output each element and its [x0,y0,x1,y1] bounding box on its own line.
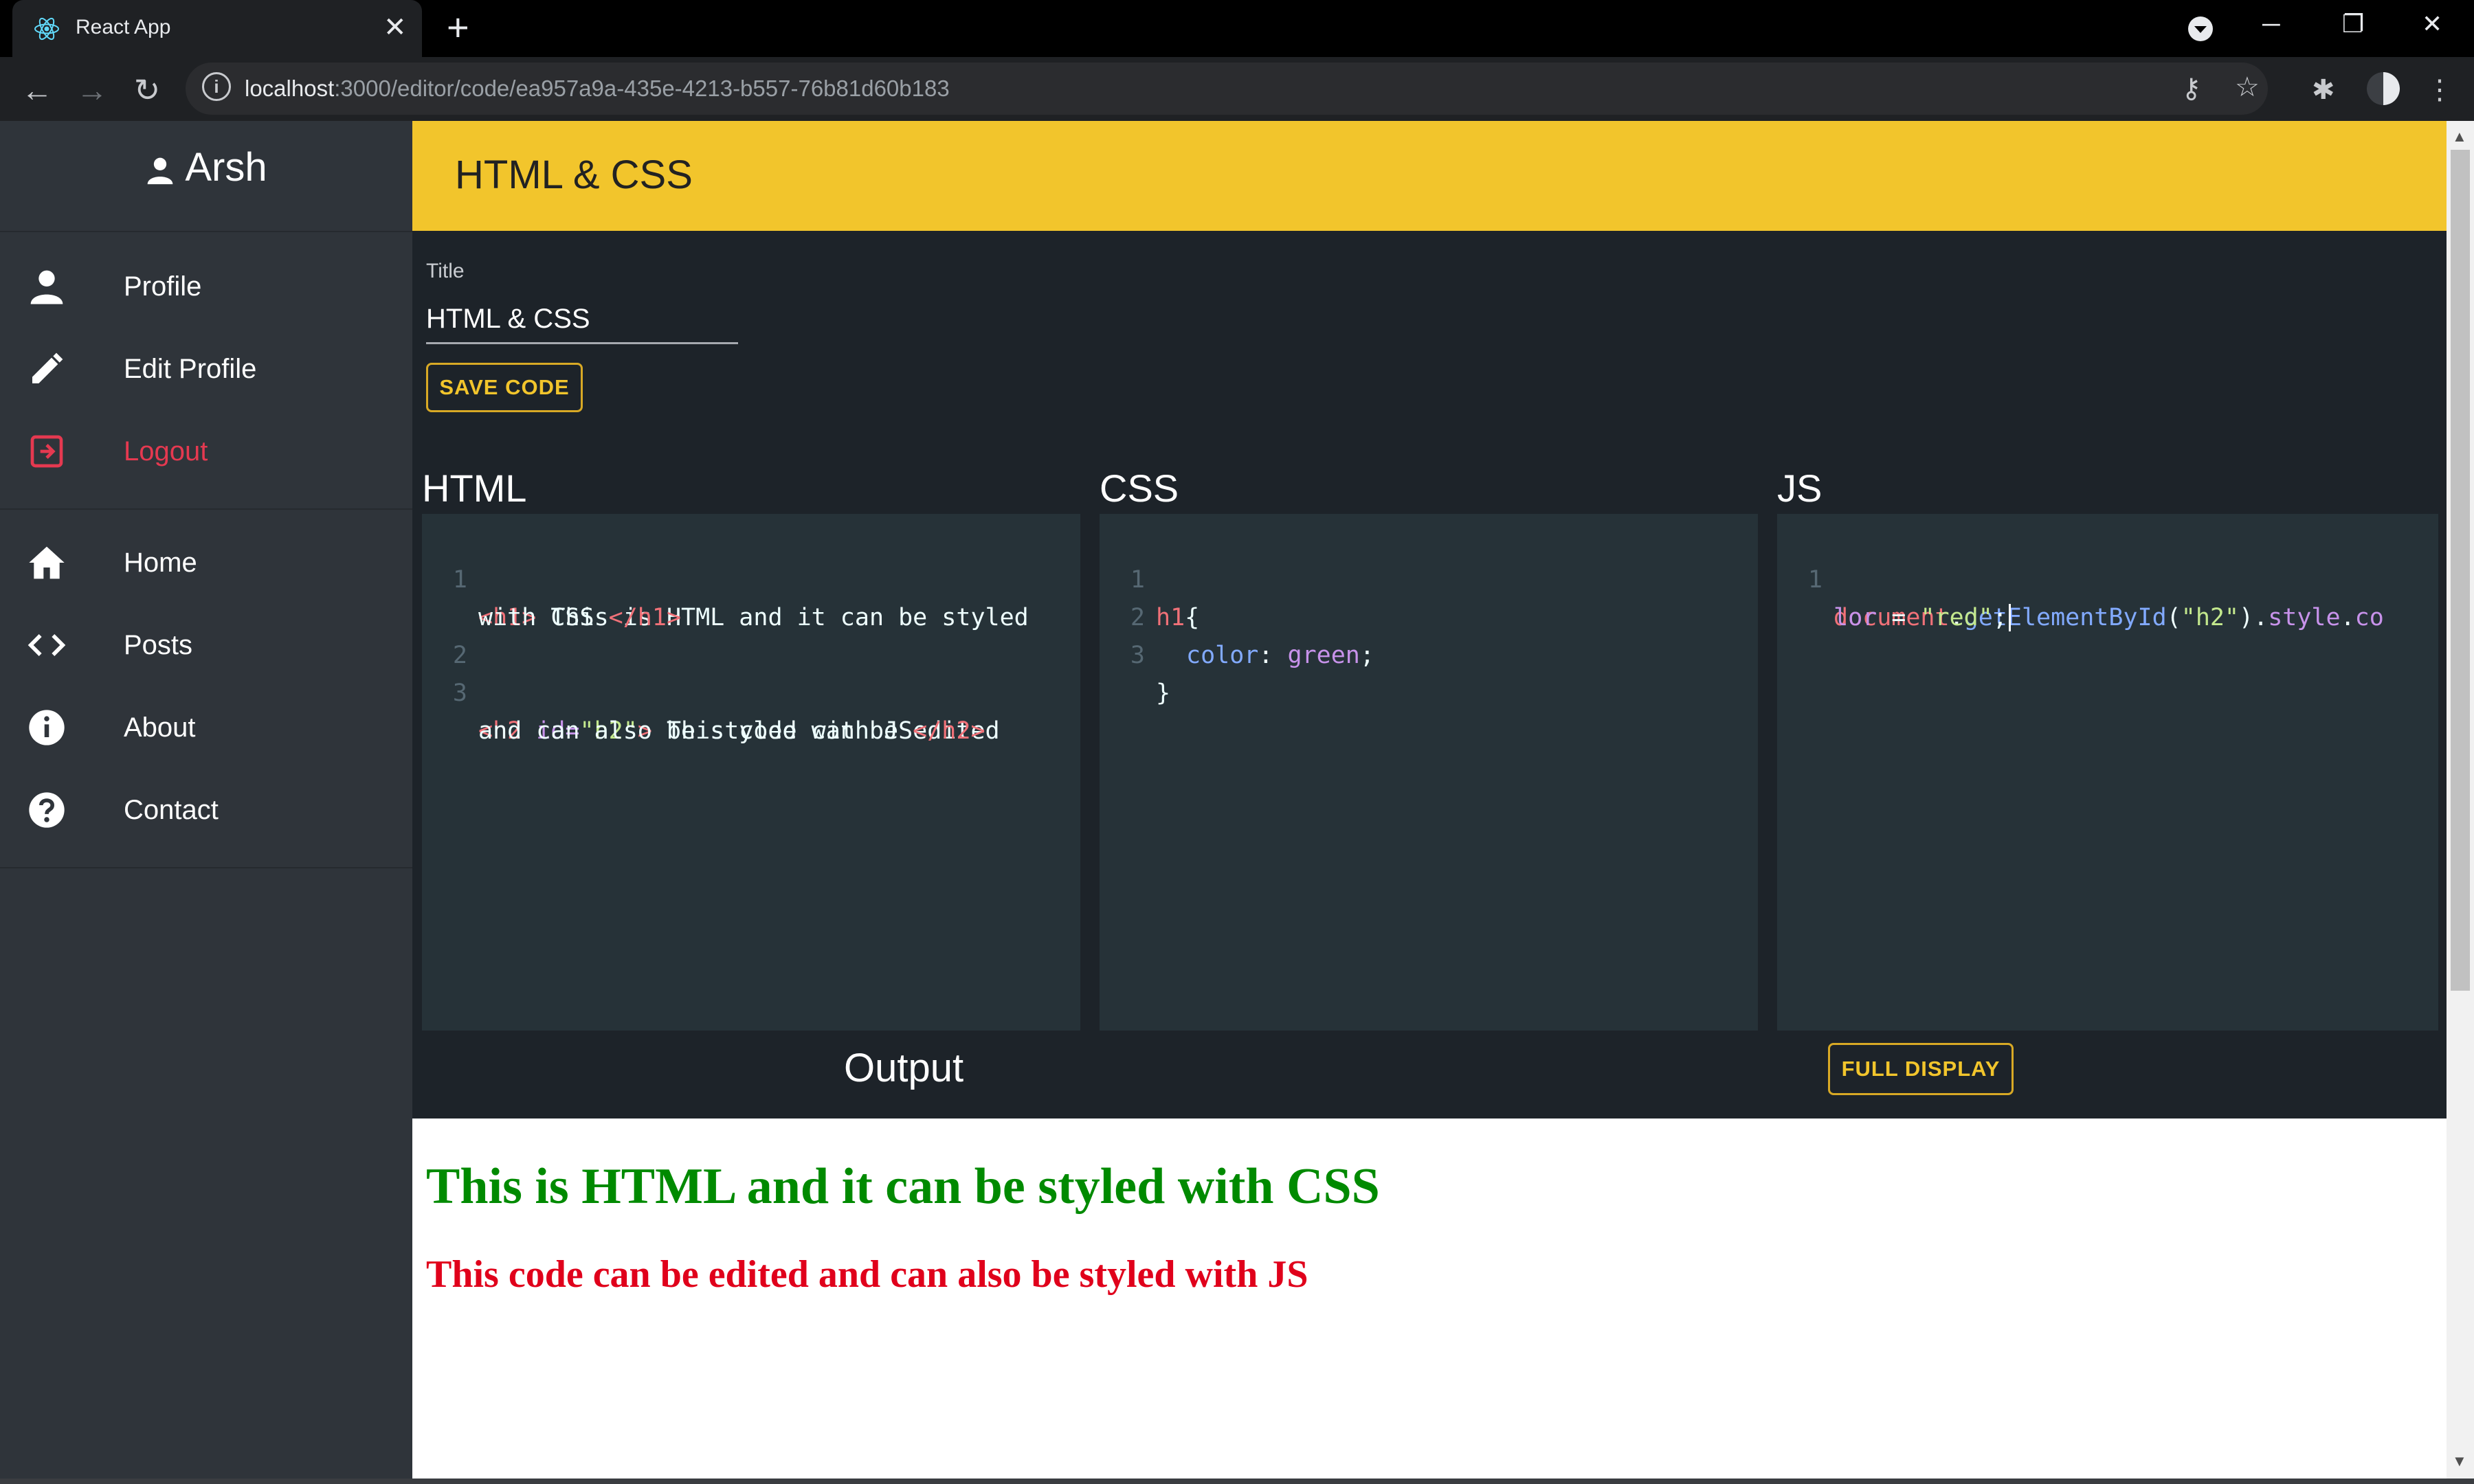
new-tab-icon[interactable]: + [447,8,469,47]
code-token: </h2> [913,717,985,745]
code-token: lor [1834,604,1877,631]
code-token: and can also be styled with JS [478,717,913,745]
sidebar-item-label: Profile [124,271,202,302]
output-heading-1: This is HTML and it can be styled with C… [426,1158,1380,1215]
sidebar-item-label: Home [124,548,197,578]
window-close-icon[interactable]: ✕ [2422,7,2442,41]
sidebar-divider [0,867,412,868]
url-text: localhost:3000/editor/code/ea957a9a-435e… [245,76,950,101]
sidebar-divider [0,508,412,510]
sidebar-item-label: Logout [124,436,208,466]
code-line: 1 <h1> This is HTML and it can be styled [422,524,1080,631]
extensions-icon[interactable]: ✱ [2312,75,2335,105]
back-icon[interactable]: ← [19,72,55,108]
code-token: co [2354,604,2384,631]
title-input[interactable] [426,295,738,344]
output-heading-2: This code can be edited and can also be … [426,1253,1308,1296]
sidebar-item-profile[interactable]: Profile [0,249,412,324]
minimize-icon[interactable]: ─ [2262,7,2280,41]
bottom-edge [0,1479,2474,1484]
user-name: Arsh [185,145,267,190]
menu-kebab-icon[interactable]: ⋮ [2426,75,2453,105]
code-line: with CSS </h1> [422,561,1080,631]
restore-icon[interactable]: ❐ [2342,7,2364,41]
scrollbar-thumb[interactable] [2451,150,2470,991]
pencil-icon [32,352,63,383]
sidebar-item-label: Contact [124,795,219,825]
close-tab-icon[interactable]: ✕ [383,12,407,43]
sidebar-item-posts[interactable]: Posts [0,607,412,683]
scroll-up-icon[interactable]: ▲ [2452,128,2467,146]
sidebar-item-label: About [124,712,196,743]
url-field[interactable]: i localhost:3000/editor/code/ea957a9a-43… [186,63,2268,115]
help-icon [29,792,65,828]
code-token: "h2" [2181,604,2240,631]
code-token: color [1186,642,1259,669]
code-token: style [2268,604,2341,631]
line-number: 3 [1130,642,1145,669]
code-token: } [1156,679,1171,707]
tab-title: React App [76,16,171,38]
browser-tab-bar: React App ✕ + ─ ❐ ✕ [0,0,2474,57]
sidebar-item-logout[interactable]: Logout [0,414,412,489]
reload-icon[interactable]: ↻ [129,72,165,108]
code-token: ( [2166,604,2181,631]
sidebar-divider [0,231,412,232]
sidebar: Arsh Profile Edit Profile Logout Home Po… [0,121,414,1484]
code-token: : [1258,642,1288,669]
logout-icon [30,435,63,468]
code-line: lor = "red"; [1777,561,2438,631]
user-icon [148,157,173,184]
address-bar-row: ← → ↻ i localhost:3000/editor/code/ea957… [0,57,2474,121]
code-token: green [1287,642,1360,669]
user-header: Arsh [0,140,412,195]
code-line: 2 [422,599,1080,669]
code-line: 3 } [1100,599,1758,707]
code-icon [27,634,66,656]
css-code-editor[interactable]: 1 h1{ 2 color: green; 3 } [1100,514,1758,1031]
sidebar-item-label: Posts [124,630,193,660]
person-icon [30,270,63,304]
code-token: ; [1359,642,1374,669]
js-code-editor[interactable]: 1 document.getElementById("h2").style.co… [1777,514,2438,1031]
html-panel-title: HTML [422,466,527,510]
page-title: HTML & CSS [455,153,693,197]
sidebar-item-label: Edit Profile [124,354,257,384]
code-token: . [2340,604,2355,631]
home-icon [29,546,65,579]
text-cursor [2008,604,2011,631]
code-line: 1 h1{ [1100,524,1758,631]
sidebar-item-home[interactable]: Home [0,525,412,600]
scroll-down-icon[interactable]: ▼ [2452,1452,2467,1470]
profile-avatar-icon[interactable] [2365,71,2401,106]
forward-icon[interactable]: → [74,72,110,108]
full-display-button[interactable]: FULL DISPLAY [1828,1043,2014,1095]
tab-search-icon[interactable] [2185,14,2216,44]
output-title: Output [844,1046,964,1090]
page-header: HTML & CSS [412,121,2447,231]
output-bar [412,1031,2447,1118]
bookmark-star-icon[interactable]: ☆ [2235,72,2260,102]
browser-tab[interactable]: React App ✕ [12,0,422,57]
title-label: Title [426,260,465,282]
info-icon [29,710,65,745]
save-code-button[interactable]: SAVE CODE [426,363,583,412]
code-line: 3 <h2 id="h2"> This code can be edited [422,637,1080,745]
code-token: "red" [1920,604,1993,631]
code-token: ; [1992,604,2007,631]
key-icon[interactable]: ⚷ [2181,74,2201,104]
code-line: 1 document.getElementById("h2").style.co [1777,524,2438,631]
code-line: 2 color: green; [1100,561,1758,669]
code-token: ). [2239,604,2269,631]
html-code-editor[interactable]: 1 <h1> This is HTML and it can be styled… [422,514,1080,1031]
code-line: and can also be styled with JS</h2> [422,675,1080,745]
js-panel-title: JS [1777,466,1823,510]
react-icon [34,17,59,41]
site-info-icon[interactable]: i [202,72,231,101]
sidebar-item-contact[interactable]: Contact [0,772,412,848]
css-panel-title: CSS [1100,466,1179,510]
sidebar-item-edit-profile[interactable]: Edit Profile [0,331,412,407]
sidebar-item-about[interactable]: About [0,690,412,765]
code-token: = [1877,604,1921,631]
